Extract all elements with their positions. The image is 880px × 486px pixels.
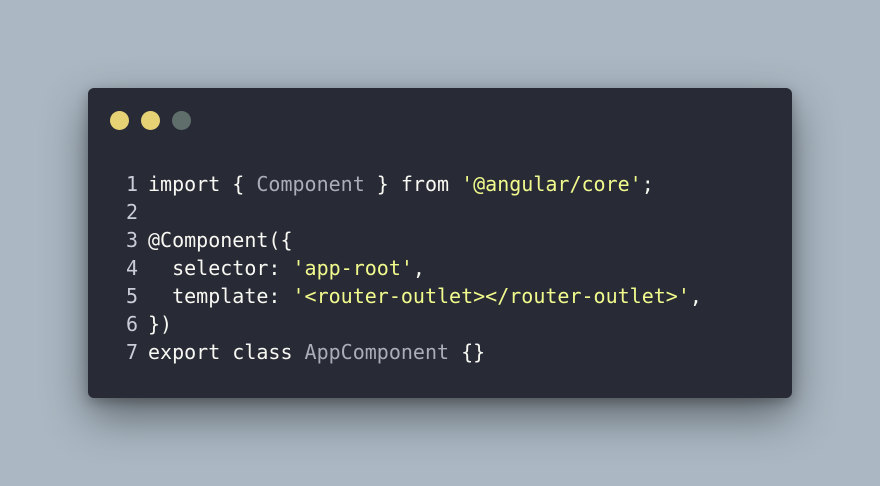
window-dot-1[interactable]	[110, 111, 129, 130]
window-dot-3[interactable]	[172, 111, 191, 130]
code-block: 1 import { Component } from '@angular/cor…	[118, 170, 702, 366]
window-dot-2[interactable]	[141, 111, 160, 130]
code-token-keyword: ,	[689, 284, 702, 308]
code-line: 4 selector: 'app-root',	[118, 254, 702, 282]
code-token-identifier: Component	[256, 172, 365, 196]
code-token-keyword: import {	[148, 172, 257, 196]
code-token-decorator: @Component({	[148, 228, 293, 252]
code-token-keyword: ,	[412, 256, 425, 280]
code-token-string: '@angular/core'	[461, 172, 642, 196]
window-controls	[110, 111, 191, 130]
code-line: 6})	[118, 310, 702, 338]
line-number: 3	[125, 228, 138, 252]
code-token-keyword: })	[148, 312, 173, 336]
code-token-keyword: template:	[148, 284, 293, 308]
line-number: 5	[125, 284, 138, 308]
code-token-keyword: selector:	[148, 256, 293, 280]
code-window: 1 import { Component } from '@angular/cor…	[88, 88, 792, 398]
line-number: 7	[125, 340, 138, 364]
code-token-keyword: } from	[364, 172, 462, 196]
line-number: 6	[125, 312, 138, 336]
line-number: 2	[125, 200, 138, 224]
code-token-keyword: {}	[449, 340, 486, 364]
code-line: 7 export class AppComponent {}	[118, 338, 702, 366]
code-line: 5 template: '<router-outlet></router-out…	[118, 282, 702, 310]
code-token-identifier: AppComponent	[304, 340, 450, 364]
code-token-string: 'app-root'	[292, 256, 413, 280]
code-token-string: '<router-outlet></router-outlet>'	[292, 284, 690, 308]
code-line: 3 @Component({	[118, 226, 702, 254]
code-line: 1 import { Component } from '@angular/cor…	[118, 170, 702, 198]
code-token-keyword: ;	[641, 172, 654, 196]
code-token-keyword: export class	[148, 340, 305, 364]
code-line: 2	[118, 198, 702, 226]
line-number: 4	[125, 256, 138, 280]
line-number: 1	[125, 172, 138, 196]
